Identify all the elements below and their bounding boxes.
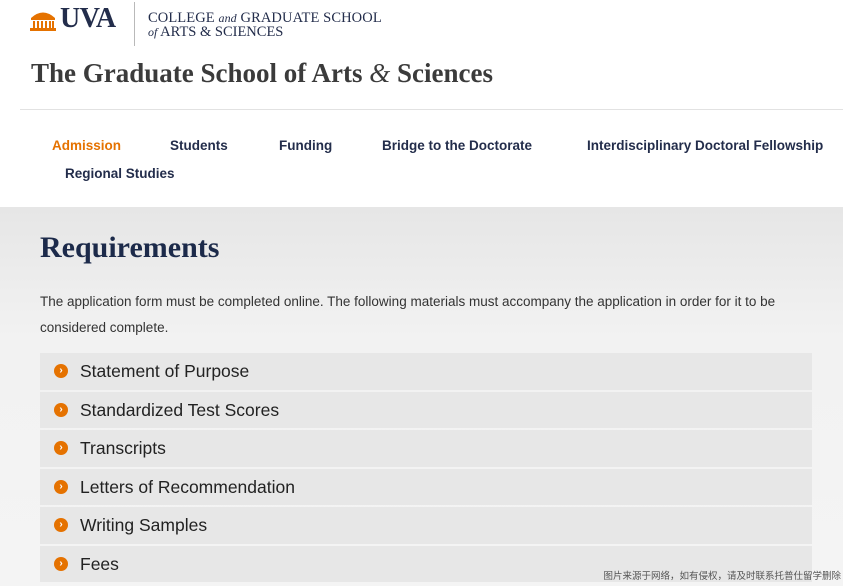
requirement-label: Fees [80, 553, 119, 574]
requirement-label: Writing Samples [80, 515, 208, 535]
requirement-label: Transcripts [80, 438, 166, 458]
site-title[interactable]: The Graduate School of Arts & Sciences [31, 58, 493, 89]
nav-students[interactable]: Students [170, 138, 228, 153]
header-divider [20, 109, 843, 110]
nav-admission[interactable]: Admission [52, 138, 121, 153]
uva-logo[interactable]: UVA [60, 3, 116, 35]
arrow-right-circle-icon: › [54, 518, 68, 532]
arrow-right-circle-icon: › [54, 402, 68, 417]
requirement-item-letters-of-recommendation[interactable]: › Letters of Recommendation [40, 468, 812, 505]
nav-regional-studies[interactable]: Regional Studies [65, 166, 175, 181]
arrow-right-circle-icon: › [54, 556, 68, 571]
requirement-label: Statement of Purpose [80, 361, 250, 381]
image-source-watermark: 图片来源于网络，如有侵权，请及时联系托普仕留学删除 [603, 571, 841, 582]
requirement-item-standardized-test-scores[interactable]: › Standardized Test Scores [40, 391, 812, 428]
requirement-item-transcripts[interactable]: › Transcripts [40, 430, 812, 467]
nav-interdisciplinary-doctoral-fellowship[interactable]: Interdisciplinary Doctoral Fellowship [587, 138, 823, 153]
arrow-right-circle-icon: › [54, 441, 68, 455]
site-header: UVA COLLEGE and GRADUATE SCHOOL of ARTS … [0, 0, 843, 48]
requirement-item-statement-of-purpose[interactable]: › Statement of Purpose [40, 353, 812, 390]
intro-text: The application form must be completed o… [40, 294, 776, 335]
college-name-line2[interactable]: of ARTS & SCIENCES [148, 24, 283, 41]
arrow-right-circle-icon: › [54, 479, 68, 494]
rotunda-logo-icon[interactable] [30, 7, 56, 31]
requirement-label: Standardized Test Scores [80, 399, 280, 420]
page-title: Requirements [40, 231, 220, 264]
requirement-label: Letters of Recommendation [80, 476, 295, 497]
requirement-item-writing-samples[interactable]: › Writing Samples [40, 507, 812, 544]
main-content: Requirements The application form must b… [0, 207, 843, 586]
logo-divider [134, 2, 135, 46]
nav-bridge-to-the-doctorate[interactable]: Bridge to the Doctorate [382, 138, 532, 153]
arrow-right-circle-icon: › [54, 364, 68, 378]
nav-funding[interactable]: Funding [279, 138, 332, 153]
requirements-list: › Statement of Purpose › Standardized Te… [40, 353, 812, 584]
